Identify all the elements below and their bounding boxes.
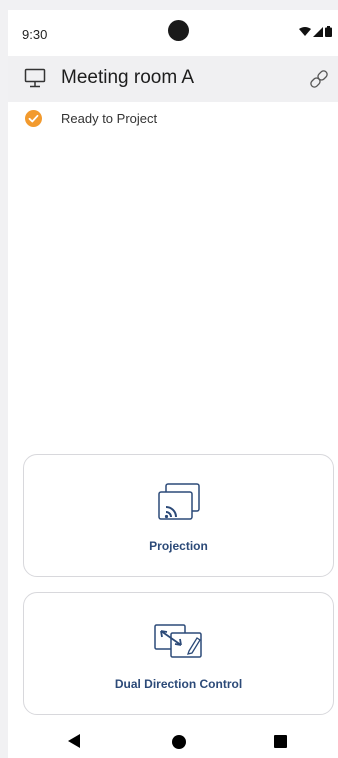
room-title: Meeting room A [61, 67, 195, 88]
dual-direction-control-label: Dual Direction Control [114, 677, 243, 691]
battery-icon [325, 26, 332, 37]
back-icon[interactable] [68, 734, 80, 748]
status-time: 9:30 [22, 27, 48, 42]
status-text: Ready to Project [61, 111, 158, 126]
projection-card[interactable]: Projection [23, 454, 334, 577]
status-bar: 9:30 [8, 10, 338, 56]
signal-icon [313, 26, 323, 37]
app-screen: 9:30 Meeting room A Ready to Project Pro… [8, 10, 338, 758]
home-icon[interactable] [172, 735, 186, 749]
monitor-icon [24, 68, 46, 88]
check-circle-icon [25, 110, 42, 127]
link-icon[interactable] [308, 68, 330, 90]
cast-icon [157, 483, 200, 520]
status-icons [299, 26, 332, 37]
projection-label: Projection [149, 539, 208, 553]
dual-control-icon [153, 624, 202, 658]
dual-direction-control-card[interactable]: Dual Direction Control [23, 592, 334, 715]
wifi-icon [299, 26, 311, 36]
connection-status: Ready to Project [8, 108, 338, 130]
recents-icon[interactable] [274, 735, 287, 748]
system-nav-bar [8, 724, 338, 758]
app-header: Meeting room A [8, 56, 338, 102]
camera-cutout [168, 20, 189, 41]
